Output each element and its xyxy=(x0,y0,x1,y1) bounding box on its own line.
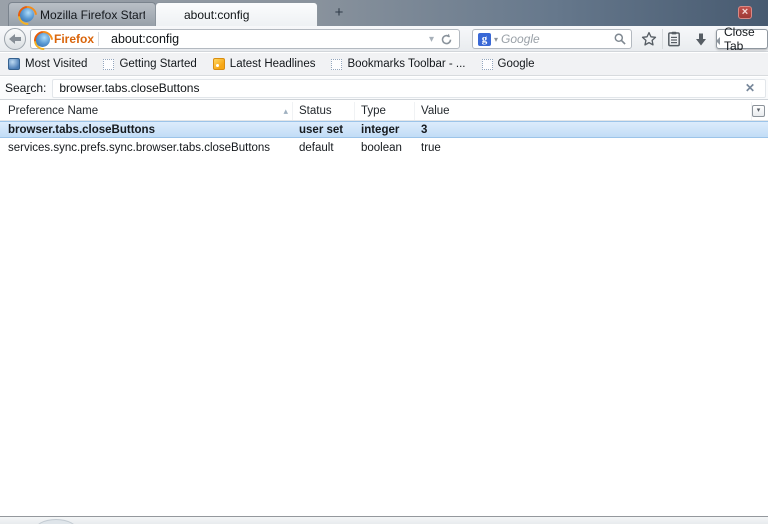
google-favicon[interactable]: g xyxy=(478,32,491,46)
preferences-table-header: Preference Name ▴ Status Type Value ▾ xyxy=(0,102,768,121)
preference-row[interactable]: services.sync.prefs.sync.browser.tabs.cl… xyxy=(0,139,768,156)
feed-icon xyxy=(212,58,225,70)
pref-value: true xyxy=(421,141,441,154)
column-picker-icon[interactable]: ▾ xyxy=(752,105,765,117)
bookmark-star-button[interactable] xyxy=(638,29,660,49)
reload-button[interactable] xyxy=(438,33,459,46)
bookmark-bookmarks-toolbar[interactable]: Bookmarks Toolbar - ... xyxy=(325,56,471,72)
bookmark-label: Most Visited xyxy=(25,58,88,70)
bookmarks-menu-button[interactable] xyxy=(662,29,684,49)
downloads-button[interactable] xyxy=(690,29,712,49)
pref-status: user set xyxy=(299,123,344,136)
back-button[interactable] xyxy=(4,28,26,50)
reload-icon xyxy=(441,33,452,44)
bookmark-placeholder-icon xyxy=(103,58,115,70)
firefox-window: Mozilla Firefox Start Page about:config … xyxy=(0,0,768,524)
column-status[interactable]: Status xyxy=(293,102,355,120)
bookmark-latest-headlines[interactable]: Latest Headlines xyxy=(207,56,322,72)
clear-filter-icon[interactable]: ✕ xyxy=(741,81,759,95)
close-tab-button[interactable]: Close Tab xyxy=(716,25,768,53)
bookmark-label: Getting Started xyxy=(119,58,197,70)
star-icon xyxy=(641,31,657,46)
bookmark-getting-started[interactable]: Getting Started xyxy=(97,56,202,72)
filter-label: Search: xyxy=(5,81,47,95)
url-bar[interactable]: Firefox about:config ▾ xyxy=(30,29,460,49)
tab-about-config[interactable]: about:config xyxy=(155,2,318,26)
tab-start-page[interactable]: Mozilla Firefox Start Page xyxy=(8,2,156,26)
search-engine-dropdown-icon[interactable]: ▾ xyxy=(494,35,498,44)
about-config-page: Search: browser.tabs.closeButtons ✕ Pref… xyxy=(0,77,768,516)
column-type[interactable]: Type xyxy=(355,102,415,120)
sort-ascending-icon: ▴ xyxy=(283,105,288,116)
tab-strip: Mozilla Firefox Start Page about:config … xyxy=(0,0,768,26)
url-history-dropdown-icon[interactable]: ▾ xyxy=(425,34,438,45)
clipboard-icon xyxy=(667,31,680,47)
bookmark-placeholder-icon xyxy=(331,58,343,70)
window-close-button[interactable]: × xyxy=(738,6,752,19)
column-preference-name[interactable]: Preference Name ▴ xyxy=(0,102,293,120)
download-arrow-icon xyxy=(696,33,706,45)
pref-value: 3 xyxy=(421,123,428,136)
navigation-toolbar: Firefox about:config ▾ g ▾ Google Close … xyxy=(0,25,768,53)
site-identity[interactable]: Firefox xyxy=(31,30,105,48)
pref-name: services.sync.prefs.sync.browser.tabs.cl… xyxy=(8,141,271,154)
tab-label: about:config xyxy=(184,7,250,22)
magnifier-icon[interactable] xyxy=(614,33,626,45)
filter-value[interactable]: browser.tabs.closeButtons xyxy=(59,81,741,95)
taskbar-edge xyxy=(0,516,768,524)
column-value[interactable]: Value xyxy=(415,102,752,120)
url-input[interactable]: about:config xyxy=(105,32,425,46)
back-arrow-icon xyxy=(9,34,21,44)
bookmark-label: Latest Headlines xyxy=(229,58,316,70)
preference-row-selected[interactable]: browser.tabs.closeButtons user set integ… xyxy=(0,121,768,138)
filter-input[interactable]: browser.tabs.closeButtons ✕ xyxy=(52,78,766,98)
new-tab-button[interactable]: + xyxy=(328,5,350,22)
pref-type: boolean xyxy=(361,141,402,154)
pref-name: browser.tabs.closeButtons xyxy=(8,123,155,136)
search-box[interactable]: g ▾ Google xyxy=(472,29,632,49)
pref-status: default xyxy=(299,141,334,154)
search-input[interactable]: Google xyxy=(501,32,611,46)
identity-separator xyxy=(98,32,100,46)
config-filter-bar: Search: browser.tabs.closeButtons ✕ xyxy=(0,77,768,100)
bookmark-most-visited[interactable]: Most Visited xyxy=(2,56,93,72)
bookmarks-toolbar: Most Visited Getting Started Latest Head… xyxy=(0,53,768,76)
firefox-logo-icon xyxy=(19,7,34,22)
bookmark-label: Google xyxy=(497,58,535,70)
bookmark-label: Bookmarks Toolbar - ... xyxy=(347,58,466,70)
smart-folder-icon xyxy=(8,58,20,70)
firefox-logo-icon xyxy=(35,31,50,47)
identity-label: Firefox xyxy=(54,32,95,46)
bookmark-placeholder-icon xyxy=(481,58,493,70)
tab-label: Mozilla Firefox Start Page xyxy=(40,7,145,22)
bookmark-google[interactable]: Google xyxy=(476,56,541,72)
pref-type: integer xyxy=(361,123,400,136)
